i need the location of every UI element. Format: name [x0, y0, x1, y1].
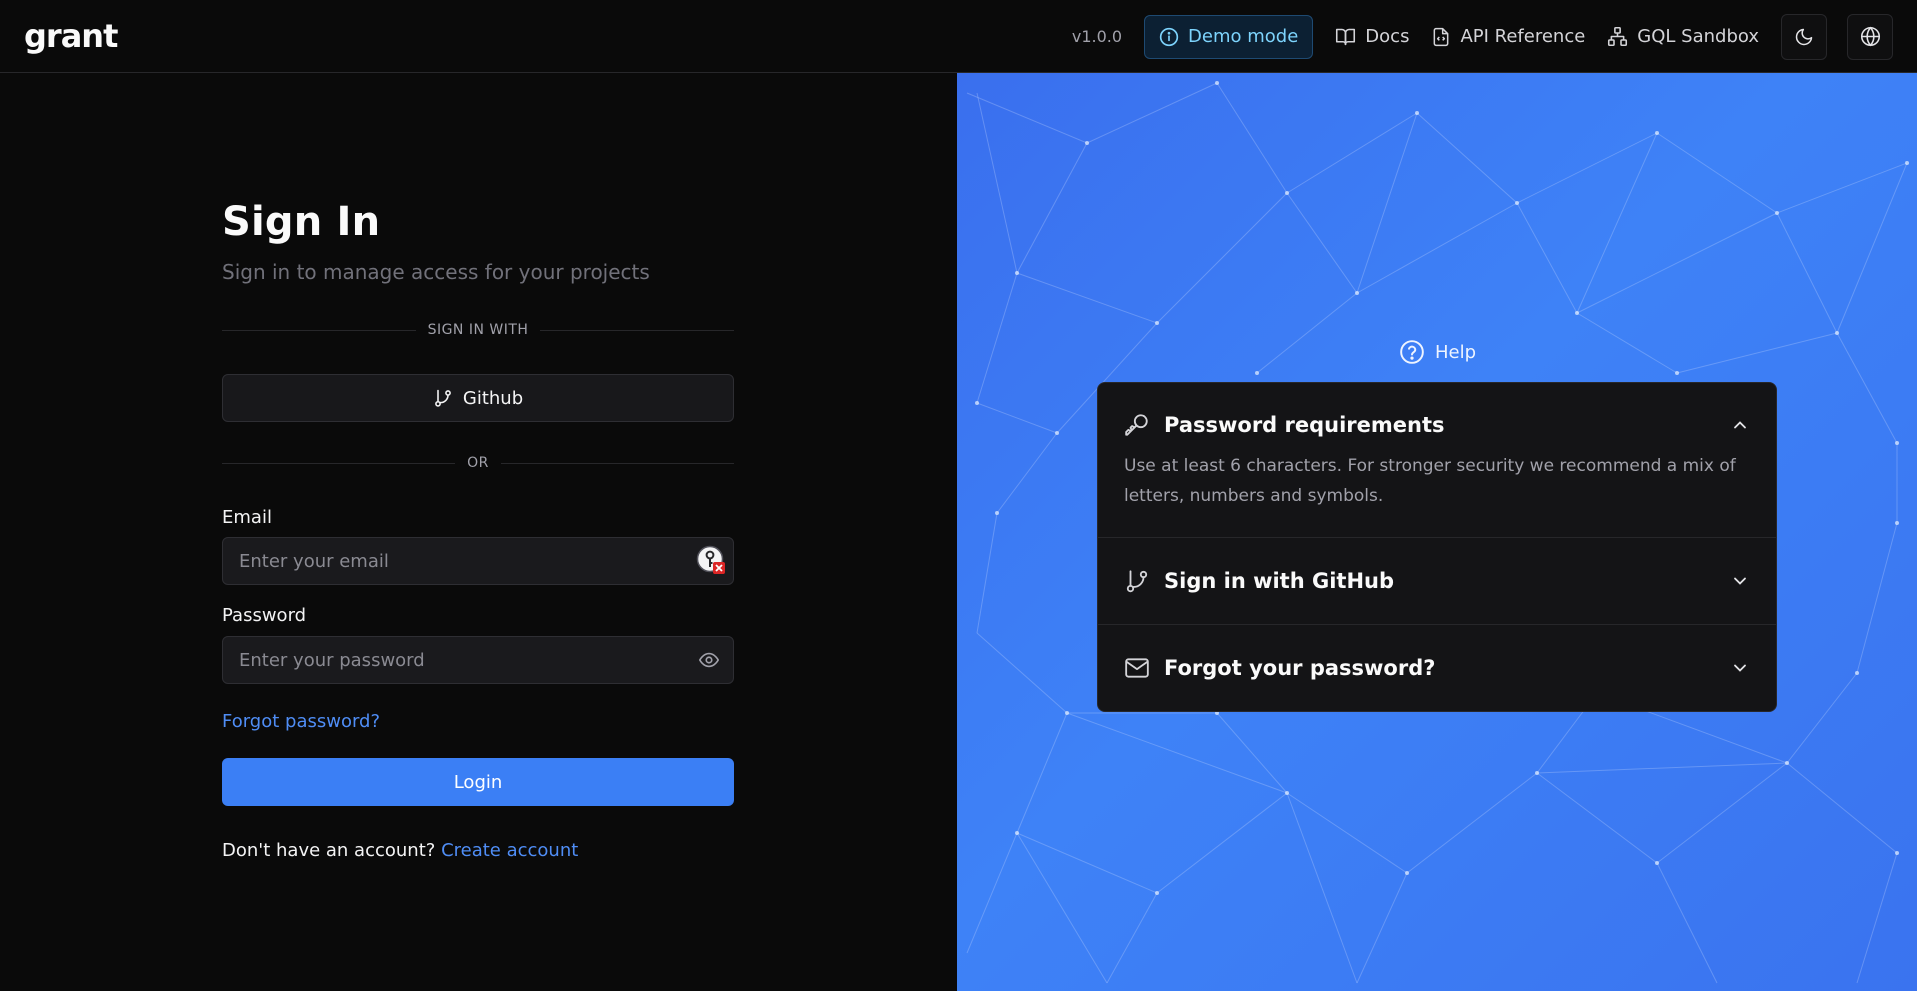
docs-link[interactable]: Docs — [1335, 26, 1409, 47]
no-account-text: Don't have an account? — [222, 840, 436, 861]
password-label: Password — [222, 605, 307, 626]
eye-icon[interactable] — [698, 649, 720, 671]
chevron-up-icon — [1734, 421, 1746, 429]
forgot-password-link[interactable]: Forgot password? — [222, 711, 380, 732]
email-label: Email — [222, 507, 272, 528]
page-title: Sign In — [222, 199, 381, 245]
sign-in-with-divider: SIGN IN WITH — [222, 322, 734, 338]
chevron-down-icon — [1734, 664, 1746, 672]
page-subtitle: Sign in to manage access for your projec… — [222, 260, 650, 284]
language-button[interactable] — [1847, 13, 1893, 60]
login-button[interactable]: Login — [222, 758, 734, 806]
help-title: Help — [1435, 341, 1477, 363]
git-branch-icon — [435, 389, 451, 407]
or-divider: OR — [222, 455, 734, 471]
version-label: v1.0.0 — [1071, 27, 1123, 46]
sign-in-with-label: SIGN IN WITH — [427, 322, 529, 338]
info-icon — [1159, 27, 1179, 46]
password-input[interactable] — [222, 636, 734, 684]
file-code-icon — [1434, 27, 1449, 46]
accordion-github-signin[interactable]: Sign in with GitHub — [1098, 538, 1776, 624]
or-label: OR — [467, 455, 489, 471]
git-branch-icon — [1126, 570, 1148, 593]
github-label: Github — [462, 387, 524, 409]
gql-sandbox-label: GQL Sandbox — [1637, 26, 1759, 47]
signin-panel: Sign In Sign in to manage access for you… — [0, 73, 957, 991]
gql-sandbox-link[interactable]: GQL Sandbox — [1607, 26, 1759, 47]
accordion-title: Forgot your password? — [1164, 656, 1436, 680]
demo-mode-label: Demo mode — [1188, 26, 1299, 47]
api-reference-label: API Reference — [1460, 26, 1586, 47]
theme-toggle-button[interactable] — [1781, 13, 1827, 60]
book-icon — [1336, 28, 1356, 46]
accordion-forgot-password[interactable]: Forgot your password? — [1098, 625, 1776, 711]
mail-icon — [1125, 658, 1149, 678]
accordion-title: Password requirements — [1164, 413, 1445, 437]
docs-label: Docs — [1365, 26, 1410, 47]
logo[interactable]: grant — [24, 17, 118, 55]
moon-icon — [1795, 28, 1813, 45]
network-icon — [1608, 26, 1628, 47]
top-header: grant v1.0.0 Demo mode Docs API Referenc… — [0, 0, 1917, 73]
api-reference-link[interactable]: API Reference — [1431, 26, 1585, 47]
no-account-row: Don't have an account? Create account — [222, 840, 578, 861]
chevron-down-icon — [1734, 577, 1746, 585]
github-signin-button[interactable]: Github — [222, 374, 734, 422]
key-icon — [1125, 414, 1148, 436]
help-panel: Help Password requirements Use at least … — [957, 73, 1917, 991]
top-nav: v1.0.0 Demo mode Docs API Reference GQL … — [1072, 0, 1893, 73]
create-account-link[interactable]: Create account — [441, 840, 578, 861]
password-manager-icon[interactable] — [696, 545, 726, 575]
email-input[interactable] — [222, 537, 734, 585]
globe-icon — [1860, 26, 1880, 47]
help-heading: Help — [1399, 339, 1476, 365]
help-circle-icon — [1400, 340, 1424, 364]
accordion-body: Use at least 6 characters. For stronger … — [1124, 456, 1736, 506]
help-accordion: Password requirements Use at least 6 cha… — [1097, 382, 1777, 712]
demo-mode-button[interactable]: Demo mode — [1144, 14, 1314, 59]
accordion-title: Sign in with GitHub — [1164, 569, 1395, 593]
